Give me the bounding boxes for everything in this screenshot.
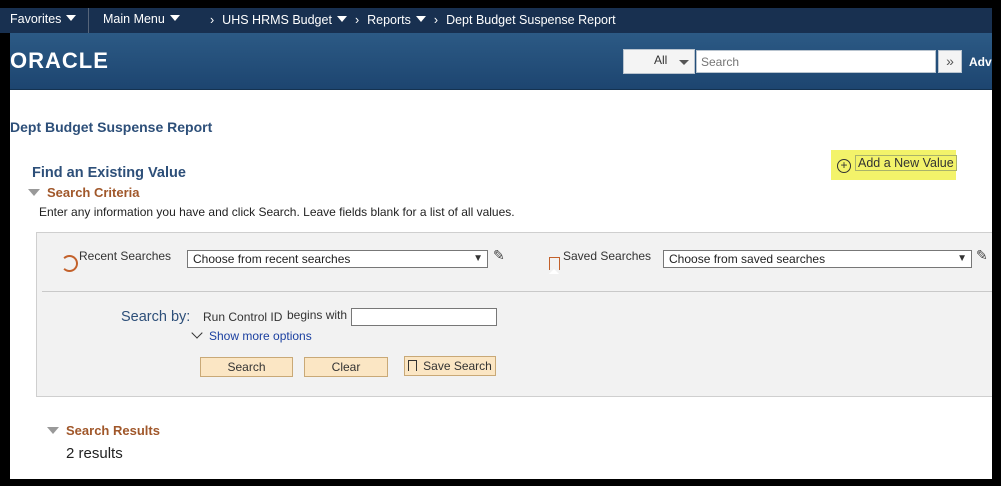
search-panel: Recent Searches Choose from recent searc… <box>36 232 992 397</box>
panel-divider <box>42 291 992 292</box>
saved-searches-select[interactable]: Choose from saved searches ▼ <box>663 250 972 268</box>
search-go-button[interactable]: » <box>938 50 962 73</box>
header-bar: ORACLE All » Adv <box>10 33 992 90</box>
operator-label: begins with <box>287 308 348 322</box>
chevron-right-icon: › <box>210 13 215 27</box>
favorites-label: Favorites <box>10 12 62 26</box>
find-existing-value-heading: Find an Existing Value <box>32 165 186 181</box>
collapse-triangle-icon <box>28 189 40 196</box>
show-more-options-link[interactable]: Show more options <box>191 327 312 343</box>
results-count: 2 results <box>66 445 123 462</box>
search-criteria-heading: Search Criteria <box>47 185 140 200</box>
save-search-label: Save Search <box>423 359 492 373</box>
show-more-options-label: Show more options <box>209 329 312 343</box>
main-menu[interactable]: Main Menu <box>103 12 180 26</box>
search-results-heading: Search Results <box>66 423 160 438</box>
breadcrumb: › UHS HRMS Budget › Reports › Dept Budget Sus… <box>202 13 616 27</box>
favorites-menu[interactable]: Favorites <box>10 12 77 26</box>
save-search-button[interactable]: Save Search <box>404 356 496 376</box>
chevron-down-icon: ▼ <box>473 253 483 264</box>
oracle-logo: ORACLE <box>10 48 109 73</box>
recent-searches-value: Choose from recent searches <box>193 252 351 266</box>
clear-button[interactable]: Clear <box>304 357 388 377</box>
saved-searches-value: Choose from saved searches <box>669 252 826 266</box>
chevron-down-icon: ▼ <box>957 253 967 264</box>
chevron-down-icon <box>679 60 689 65</box>
advanced-search-link[interactable]: Adv <box>969 55 992 69</box>
dropdown-caret-icon <box>66 15 77 21</box>
nav-divider <box>88 8 89 33</box>
chevron-right-icon: › <box>354 13 360 27</box>
search-results-toggle[interactable]: Search Results <box>47 423 160 438</box>
global-search-input[interactable] <box>696 50 936 73</box>
run-control-id-label: Run Control ID <box>203 310 283 324</box>
add-new-value-label: Add a New Value <box>855 155 957 171</box>
dropdown-caret-icon[interactable] <box>415 16 426 22</box>
window-frame: Favorites Main Menu › UHS HRMS Budget › Rep… <box>0 0 1001 486</box>
main-content: Dept Budget Suspense Report Find an Exis… <box>10 90 992 479</box>
saved-searches-label: Saved Searches <box>563 249 652 263</box>
recent-searches-select[interactable]: Choose from recent searches ▼ <box>187 250 488 268</box>
add-new-value-highlight: + Add a New Value <box>831 150 957 180</box>
breadcrumb-uhs-hrms-budget[interactable]: UHS HRMS Budget <box>222 13 332 27</box>
search-by-label: Search by: <box>121 309 191 325</box>
dropdown-caret-icon <box>169 15 180 21</box>
add-circle-icon: + <box>837 159 851 173</box>
breadcrumb-current-page: Dept Budget Suspense Report <box>446 13 616 27</box>
double-chevron-right-icon: » <box>946 53 954 69</box>
search-criteria-toggle[interactable]: Search Criteria <box>28 185 140 200</box>
top-nav-bar: Favorites Main Menu › UHS HRMS Budget › Rep… <box>0 8 992 33</box>
main-menu-label: Main Menu <box>103 12 165 26</box>
search-button[interactable]: Search <box>200 357 293 377</box>
search-scope-dropdown[interactable]: All <box>623 49 695 74</box>
chevron-right-icon: › <box>433 13 439 27</box>
bookmark-icon <box>549 257 560 274</box>
run-control-id-input[interactable] <box>351 308 497 326</box>
breadcrumb-reports[interactable]: Reports <box>367 13 411 27</box>
collapse-triangle-icon <box>47 427 59 434</box>
chevron-down-icon <box>191 327 203 339</box>
edit-pencil-icon[interactable]: ✎ <box>493 247 505 264</box>
history-icon <box>61 255 78 272</box>
search-instructions: Enter any information you have and click… <box>39 205 515 219</box>
edit-pencil-icon[interactable]: ✎ <box>976 247 988 264</box>
bookmark-icon <box>408 360 418 371</box>
search-scope-value: All <box>654 53 668 67</box>
dropdown-caret-icon[interactable] <box>336 16 347 22</box>
page-title: Dept Budget Suspense Report <box>10 119 213 135</box>
add-new-value-button[interactable]: + Add a New Value <box>837 155 957 173</box>
recent-searches-label: Recent Searches <box>79 249 172 263</box>
